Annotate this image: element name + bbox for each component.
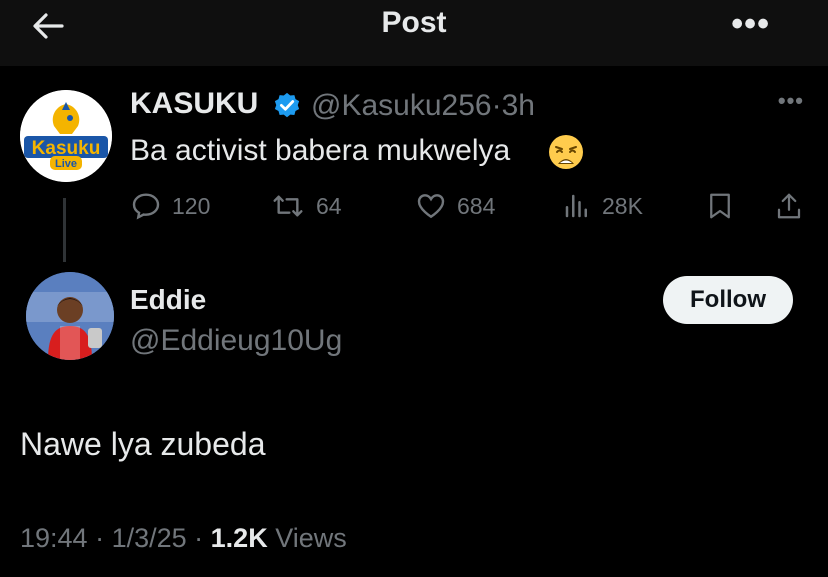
bar-chart-icon [565, 194, 587, 218]
post-meta: 19:44 · 1/3/25 · 1.2K Views [20, 523, 347, 553]
reply-author-handle[interactable]: @Eddieug10Ug [130, 324, 342, 358]
page-title: Post [381, 6, 447, 39]
repost-count: 64 [316, 192, 342, 219]
repost-icon [273, 195, 303, 217]
more-horizontal-icon[interactable]: ••• [778, 88, 804, 114]
repost-button[interactable]: 64 [270, 186, 342, 226]
avatar-eddie[interactable] [26, 272, 114, 360]
author-handle-time[interactable]: @Kasuku256·3h [311, 89, 535, 123]
avatar-logo-subtext: Live [54, 158, 77, 170]
separator: · [491, 89, 502, 122]
bookmark-button[interactable] [705, 186, 745, 226]
like-button[interactable]: 684 [415, 186, 495, 226]
views-count: 28K [602, 192, 643, 219]
like-count: 684 [457, 192, 496, 219]
reply-button[interactable]: 120 [130, 186, 210, 226]
reply-text: Nawe lya zubeda [20, 426, 266, 462]
avatar-photo [26, 272, 114, 360]
post-text: Ba activist babera mukwelya [130, 134, 511, 167]
reply-author-name[interactable]: Eddie [130, 284, 206, 316]
bookmark-icon [710, 193, 730, 219]
heart-icon [417, 194, 445, 219]
views-button[interactable]: 28K [562, 186, 643, 226]
weary-face-emoji [549, 135, 583, 169]
reply-count: 120 [172, 192, 211, 219]
avatar-logo-text: Kasuku [31, 138, 101, 159]
reply-time: 19:44 [20, 523, 88, 553]
reply-date: 1/3/25 [111, 523, 187, 553]
reply-views-label: Views [275, 523, 347, 553]
author-name[interactable]: KASUKU [130, 87, 258, 121]
author-handle: @Kasuku256 [311, 89, 492, 122]
post-time: 3h [501, 89, 535, 122]
top-bar: Post ••• [0, 0, 828, 66]
more-horizontal-icon[interactable]: ••• [731, 5, 770, 44]
reply-views-count: 1.2K [210, 523, 268, 553]
share-button[interactable] [774, 186, 814, 226]
share-icon [777, 193, 801, 219]
verified-badge-icon [274, 92, 300, 118]
follow-button[interactable]: Follow [663, 276, 793, 324]
post-actions: 120 64 684 28K [0, 186, 828, 226]
reply-icon [132, 193, 160, 220]
